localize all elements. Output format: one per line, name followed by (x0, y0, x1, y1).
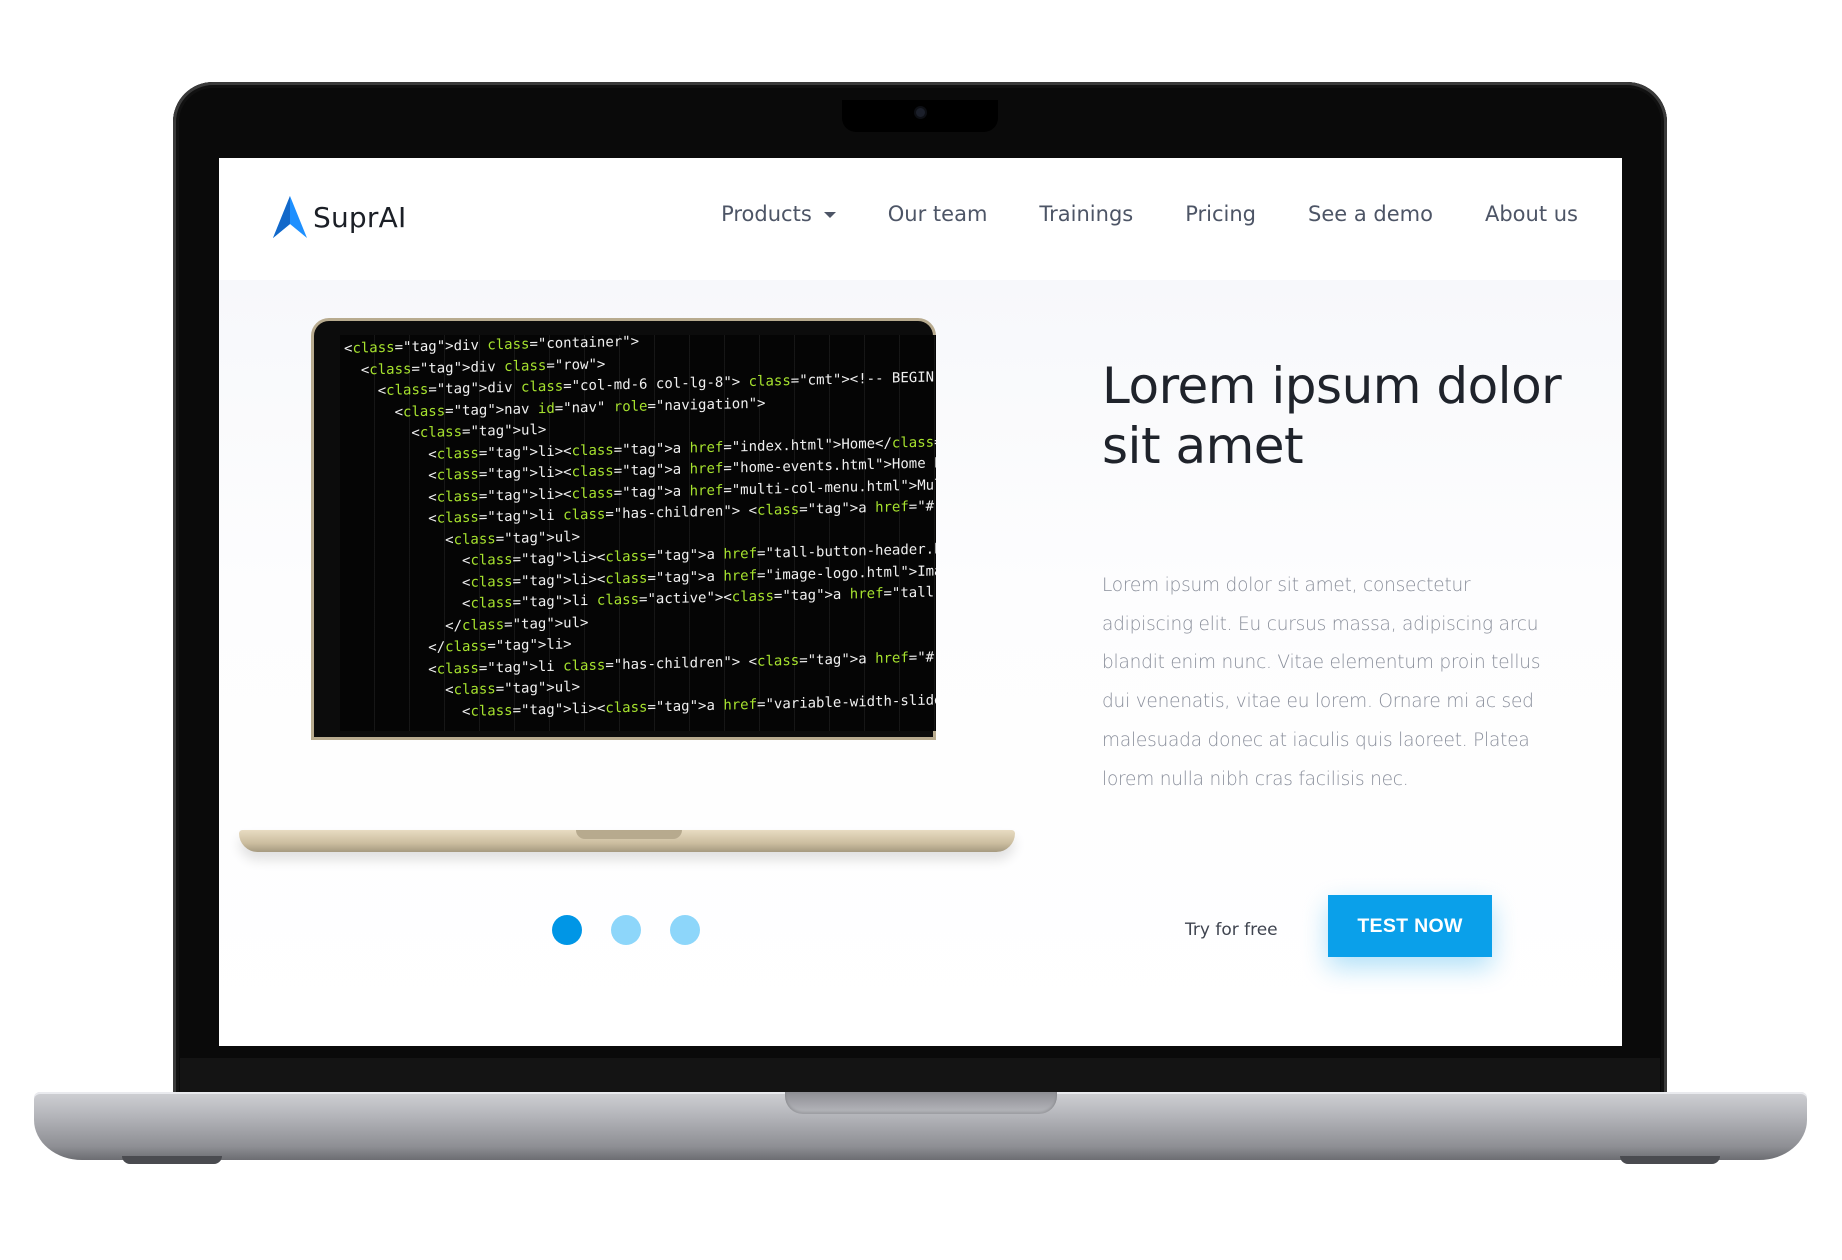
carousel-dot[interactable] (552, 915, 582, 945)
hero-image-screen: <class="tag">div class="container"> <cla… (340, 335, 936, 731)
hero-description-line: malesuada donec at iaculis quis laoreet.… (1102, 729, 1530, 751)
hero-title-line: Lorem ipsum dolor (1102, 357, 1562, 415)
carousel-dots (552, 915, 729, 945)
nav-menu: Products Our team Trainings Pricing See … (721, 202, 1578, 226)
device-foot-right (1620, 1156, 1720, 1164)
nav-our-team[interactable]: Our team (888, 202, 988, 226)
nav-products[interactable]: Products (721, 202, 836, 226)
hero-description-line: adipiscing elit. Eu cursus massa, adipis… (1102, 613, 1539, 635)
hero-description: Lorem ipsum dolor sit amet, consectetur … (1102, 567, 1580, 799)
caret-down-icon (823, 212, 836, 218)
hero-description-line: dui venenatis, vitae eu lorem. Ornare mi… (1102, 691, 1534, 713)
nav-products-label: Products (721, 202, 812, 226)
arrow-a-logo-icon (273, 196, 307, 238)
camera-icon (916, 108, 925, 117)
hero-description-line: lorem nulla nibh cras facilisis nec. (1102, 768, 1409, 790)
brand-name: SuprAI (313, 200, 407, 234)
nav-trainings[interactable]: Trainings (1039, 202, 1133, 226)
carousel-dot[interactable] (611, 915, 641, 945)
hero-description-line: blandit enim nunc. Vitae elementum proin… (1102, 652, 1541, 674)
nav-pricing[interactable]: Pricing (1185, 202, 1256, 226)
navbar: SuprAI Products Our team Trainings Prici… (219, 158, 1622, 280)
brand-link[interactable]: SuprAI (271, 194, 406, 240)
hero-title-line: sit amet (1102, 417, 1304, 475)
device-chin (180, 1058, 1660, 1092)
nav-about-us[interactable]: About us (1485, 202, 1578, 226)
hero-title: Lorem ipsum dolor sit amet (1102, 356, 1602, 476)
website-screen: SuprAI Products Our team Trainings Prici… (219, 158, 1622, 1046)
nav-see-a-demo[interactable]: See a demo (1308, 202, 1433, 226)
carousel-dot[interactable] (670, 915, 700, 945)
hero-description-line: Lorem ipsum dolor sit amet, consectetur (1102, 575, 1471, 596)
try-for-free-label: Try for free (1185, 920, 1278, 940)
device-foot-left (122, 1156, 222, 1164)
device-base-cutout (785, 1092, 1057, 1114)
code-snippet-image: <class="tag">div class="container"> <cla… (340, 335, 936, 731)
hero-image-laptop-notch (576, 830, 682, 839)
test-now-button[interactable]: TEST NOW (1328, 895, 1492, 957)
